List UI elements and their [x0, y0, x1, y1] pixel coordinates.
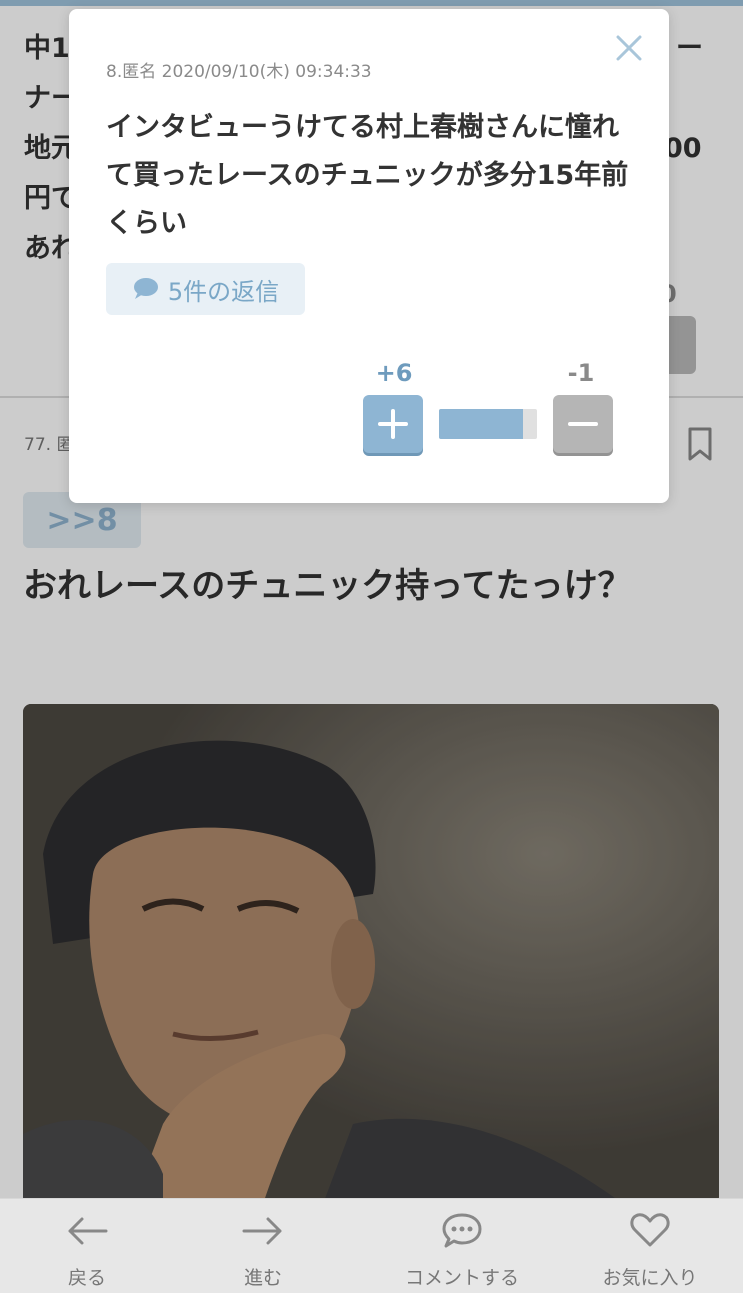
minus-count: -1 [567, 359, 595, 387]
minus-vote-button[interactable] [553, 395, 613, 453]
vote-ratio-fill [439, 409, 523, 439]
popup-comment-body: インタビューうけてる村上春樹さんに憧れて買ったレースのチュニックが多分15年前く… [106, 112, 629, 239]
back-label: 戻る [67, 1267, 106, 1289]
comment-label: コメントする [404, 1267, 519, 1289]
arrow-left-icon [68, 1217, 108, 1245]
bottom-navigation: 戻る 進む コメントする お気に入り [0, 1198, 743, 1293]
replies-button[interactable]: 5件の返信 [106, 263, 305, 315]
plus-count: +6 [375, 359, 413, 387]
favorite-label: お気に入り [602, 1267, 698, 1289]
favorite-button[interactable]: お気に入り [565, 1199, 735, 1293]
close-icon[interactable] [614, 33, 644, 63]
minus-icon [568, 422, 598, 426]
popup-comment-meta: 8.匿名 2020/09/10(木) 09:34:33 [106, 62, 372, 82]
plus-vote-button[interactable] [363, 395, 423, 453]
plus-icon [378, 409, 408, 439]
arrow-right-icon [242, 1217, 282, 1245]
replies-label: 5件の返信 [167, 277, 280, 306]
heart-icon [630, 1213, 670, 1247]
forward-label: 進む [243, 1267, 282, 1289]
vote-ratio-bar [439, 409, 537, 439]
comment-button[interactable]: コメントする [377, 1199, 547, 1293]
back-button[interactable]: 戻る [2, 1199, 172, 1293]
forward-button[interactable]: 進む [178, 1199, 348, 1293]
speech-bubble-icon [133, 278, 158, 299]
comment-icon [442, 1213, 482, 1248]
comment-popup: 8.匿名 2020/09/10(木) 09:34:33 インタビューうけてる村上… [69, 9, 669, 503]
